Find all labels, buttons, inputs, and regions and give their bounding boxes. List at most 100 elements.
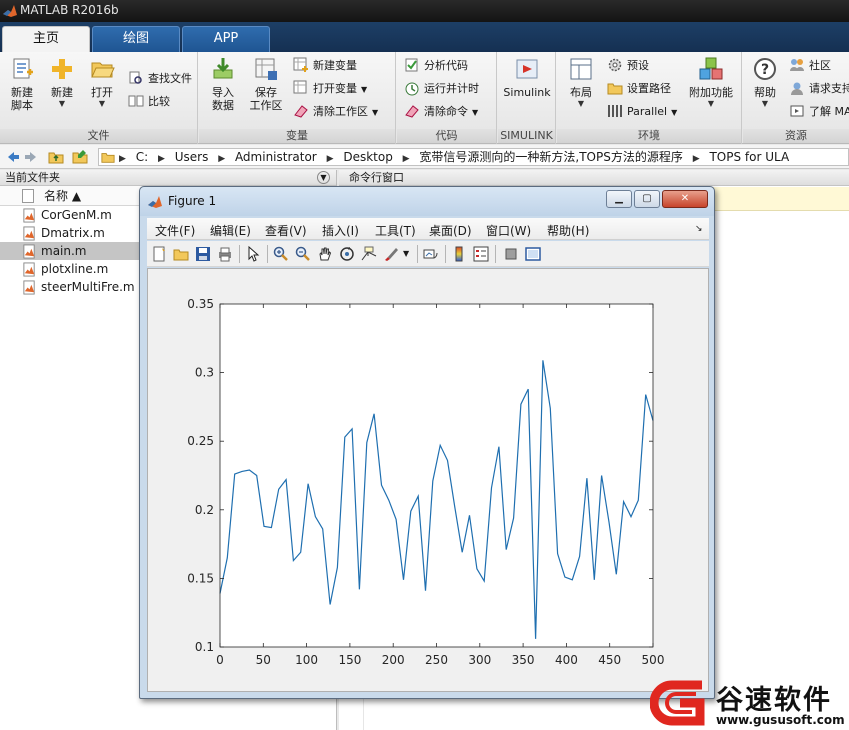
group-variable: 导入 数据 保存 工作区 新建变量 打开变量 ▼ 清除工作区 ▼ 变量 <box>199 52 396 144</box>
x-tick-label: 100 <box>295 653 318 667</box>
import-data-button[interactable]: 导入 数据 <box>205 56 241 112</box>
rotate-3d-icon[interactable] <box>339 246 355 262</box>
menu-view[interactable]: 查看(V) <box>265 222 307 239</box>
show-plot-tools-icon[interactable] <box>525 246 541 262</box>
line-plot[interactable]: 0 50 100 150 200 250 300 350 400 450 500 0.1 0.15 0.2… <box>148 269 708 691</box>
clear-workspace-label: 清除工作区 <box>313 105 368 118</box>
tab-home[interactable]: 主页 <box>2 26 90 52</box>
help-dropdown-arrow[interactable]: ▼ <box>747 99 783 109</box>
menu-help[interactable]: 帮助(H) <box>547 222 589 239</box>
figure-close-button[interactable]: ✕ <box>662 190 708 208</box>
request-support-button[interactable]: 请求支持 <box>789 79 849 99</box>
clear-commands-button[interactable]: 清除命令 ▼ <box>404 102 478 122</box>
zoom-out-icon[interactable] <box>295 246 311 262</box>
open-button[interactable]: 打开 ▼ <box>84 56 120 109</box>
title-bar: MATLAB R2016b <box>0 0 849 22</box>
browse-folder-icon[interactable] <box>72 149 88 165</box>
clear-workspace-dropdown-arrow[interactable]: ▼ <box>372 108 378 117</box>
simulink-icon <box>516 59 538 79</box>
simulink-button[interactable]: Simulink <box>500 56 554 99</box>
compare-button[interactable]: 比较 <box>128 92 170 112</box>
hide-plot-tools-icon[interactable] <box>503 246 519 262</box>
menu-tools[interactable]: 工具(T) <box>375 222 416 239</box>
learn-icon <box>790 105 804 117</box>
y-tick-label: 0.15 <box>187 571 214 585</box>
plot-area[interactable] <box>220 304 653 647</box>
menu-insert[interactable]: 插入(I) <box>322 222 359 239</box>
new-script-button[interactable]: 新建 脚本 <box>4 56 40 112</box>
brush-dropdown-arrow[interactable]: ▼ <box>403 246 413 262</box>
back-arrow-icon[interactable] <box>4 149 20 165</box>
tab-plots[interactable]: 绘图 <box>92 26 180 52</box>
figure-minimize-button[interactable]: ▁ <box>606 190 632 208</box>
menu-overflow-icon[interactable]: ↘ <box>695 224 703 234</box>
panel-options-icon[interactable]: ▼ <box>317 171 330 184</box>
data-cursor-icon[interactable] <box>361 246 377 262</box>
crumb-users[interactable]: Users <box>175 149 209 165</box>
clear-workspace-button[interactable]: 清除工作区 ▼ <box>293 102 378 122</box>
run-and-time-icon <box>405 82 419 96</box>
addons-button[interactable]: 附加功能 ▼ <box>685 56 737 109</box>
new-button[interactable]: 新建 ▼ <box>44 56 80 109</box>
group-variable-label: 变量 <box>199 129 395 143</box>
figure-window[interactable]: Figure 1 ▁ ▢ ✕ 文件(F) 编辑(E) 查看(V) 插入(I) 工… <box>139 186 715 699</box>
run-and-time-button[interactable]: 运行并计时 <box>404 79 479 99</box>
figure-title-bar[interactable]: Figure 1 ▁ ▢ ✕ <box>140 187 714 216</box>
plus-icon <box>52 59 72 79</box>
zoom-in-icon[interactable] <box>273 246 289 262</box>
open-dropdown-arrow[interactable]: ▼ <box>84 99 120 109</box>
crumb-project-folder[interactable]: 宽带信号源测向的一种新方法,TOPS方法的源程序 <box>419 149 682 165</box>
layout-button[interactable]: 布局 ▼ <box>563 56 599 109</box>
analyze-code-button[interactable]: 分析代码 <box>404 56 468 76</box>
crumb-administrator[interactable]: Administrator <box>235 149 317 165</box>
learn-matlab-button[interactable]: 了解 MA <box>789 102 849 122</box>
forward-arrow-icon[interactable] <box>24 149 40 165</box>
tab-apps[interactable]: APP <box>182 26 270 52</box>
colorbar-icon[interactable] <box>451 246 467 262</box>
find-files-button[interactable]: 查找文件 <box>128 69 192 89</box>
parallel-dropdown-arrow[interactable]: ▼ <box>671 108 677 117</box>
up-folder-icon[interactable] <box>48 149 64 165</box>
link-plot-icon[interactable] <box>423 246 439 262</box>
open-variable-button[interactable]: 打开变量 ▼ <box>293 79 367 99</box>
x-tick-label: 0 <box>216 653 224 667</box>
open-file-icon[interactable] <box>173 246 189 262</box>
save-icon[interactable] <box>195 246 211 262</box>
open-variable-dropdown-arrow[interactable]: ▼ <box>361 85 367 94</box>
file-name: CorGenM.m <box>41 208 112 222</box>
path-field[interactable]: ▶ C: ▶ Users ▶ Administrator ▶ Desktop ▶… <box>98 148 849 166</box>
crumb-desktop[interactable]: Desktop <box>343 149 393 165</box>
new-dropdown-arrow[interactable]: ▼ <box>44 99 80 109</box>
figure-title: Figure 1 <box>168 194 217 208</box>
group-environment-label: 环境 <box>557 129 741 143</box>
print-icon[interactable] <box>217 246 233 262</box>
toolbar-separator <box>417 245 418 263</box>
pointer-icon[interactable] <box>245 246 261 262</box>
import-label-1: 导入 <box>212 86 234 99</box>
new-variable-button[interactable]: 新建变量 <box>293 56 357 76</box>
menu-file[interactable]: 文件(F) <box>155 222 195 239</box>
legend-icon[interactable] <box>473 246 489 262</box>
menu-window[interactable]: 窗口(W) <box>486 222 531 239</box>
x-tick-label: 500 <box>642 653 665 667</box>
figure-canvas[interactable]: 0 50 100 150 200 250 300 350 400 450 500 0.1 0.15 0.2… <box>147 268 709 692</box>
addons-dropdown-arrow[interactable]: ▼ <box>685 99 737 109</box>
pan-hand-icon[interactable] <box>317 246 333 262</box>
set-path-button[interactable]: 设置路径 <box>607 79 671 99</box>
crumb-tops-for-ula[interactable]: TOPS for ULA <box>709 149 789 165</box>
preferences-button[interactable]: 预设 <box>607 56 649 76</box>
menu-edit[interactable]: 编辑(E) <box>210 222 251 239</box>
brush-icon[interactable] <box>383 246 399 262</box>
save-workspace-button[interactable]: 保存 工作区 <box>245 56 287 112</box>
community-button[interactable]: 社区 <box>789 56 831 76</box>
figure-maximize-button[interactable]: ▢ <box>634 190 660 208</box>
crumb-separator: ▶ <box>218 154 226 164</box>
clear-commands-dropdown-arrow[interactable]: ▼ <box>472 108 478 117</box>
support-icon <box>791 82 803 95</box>
crumb-drive[interactable]: C: <box>136 149 148 165</box>
parallel-button[interactable]: Parallel ▼ <box>607 102 677 122</box>
new-figure-icon[interactable] <box>151 246 167 262</box>
help-button[interactable]: ? 帮助 ▼ <box>747 56 783 109</box>
menu-desktop[interactable]: 桌面(D) <box>429 222 472 239</box>
layout-dropdown-arrow[interactable]: ▼ <box>563 99 599 109</box>
